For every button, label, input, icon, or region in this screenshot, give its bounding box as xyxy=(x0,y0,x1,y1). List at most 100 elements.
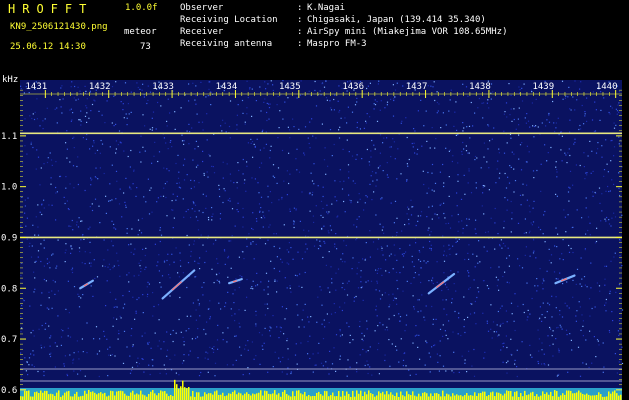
noise-speck xyxy=(123,150,125,152)
noise-speck xyxy=(463,174,465,176)
noise-speck xyxy=(464,359,466,361)
noise-speck xyxy=(503,113,505,115)
noise-speck xyxy=(39,125,41,127)
noise-speck xyxy=(475,182,477,184)
noise-speck xyxy=(138,274,140,276)
noise-speck xyxy=(267,239,269,241)
noise-speck xyxy=(138,363,140,365)
noise-speck xyxy=(253,258,255,260)
noise-speck xyxy=(158,151,161,153)
noise-speck xyxy=(548,304,551,306)
noise-speck xyxy=(159,240,161,243)
noise-speck xyxy=(593,336,595,338)
noise-speck xyxy=(192,302,194,304)
noise-speck xyxy=(527,309,529,311)
noise-speck xyxy=(24,199,26,201)
noise-speck xyxy=(193,180,195,182)
noise-speck xyxy=(24,212,26,214)
noise-speck xyxy=(146,286,148,288)
noise-speck xyxy=(254,146,256,148)
noise-speck xyxy=(107,375,109,377)
noise-speck xyxy=(109,268,111,271)
noise-speck xyxy=(380,246,382,248)
noise-speck xyxy=(262,129,264,131)
noise-speck xyxy=(419,251,421,253)
noise-speck xyxy=(159,372,161,374)
noise-speck xyxy=(420,211,423,213)
noise-speck xyxy=(513,153,515,155)
noise-speck xyxy=(93,259,95,261)
noise-speck xyxy=(207,235,209,237)
noise-speck xyxy=(251,227,253,230)
noise-speck xyxy=(344,288,346,291)
noise-speck xyxy=(557,233,559,235)
noise-speck xyxy=(414,152,416,154)
noise-speck xyxy=(20,85,22,87)
noise-speck xyxy=(316,321,318,323)
noise-speck xyxy=(245,190,247,192)
noise-speck xyxy=(599,202,601,204)
noise-speck xyxy=(618,187,620,190)
noise-speck xyxy=(583,152,585,154)
noise-speck xyxy=(126,228,128,230)
noise-speck xyxy=(287,97,289,99)
noise-speck xyxy=(361,158,363,160)
histogram-bar xyxy=(440,396,442,400)
noise-speck xyxy=(70,225,72,227)
noise-speck xyxy=(473,279,475,281)
histogram-bar xyxy=(238,392,240,400)
noise-speck xyxy=(500,239,502,241)
noise-speck xyxy=(298,285,300,287)
noise-speck xyxy=(281,306,283,308)
noise-speck xyxy=(321,323,323,325)
noise-speck xyxy=(133,170,135,172)
histogram-bar xyxy=(348,393,350,400)
noise-speck xyxy=(470,192,473,194)
noise-speck xyxy=(377,325,379,327)
noise-speck xyxy=(599,290,601,292)
noise-speck xyxy=(165,196,167,199)
noise-speck xyxy=(342,282,344,284)
noise-speck xyxy=(321,123,323,125)
noise-speck xyxy=(517,305,519,307)
noise-speck xyxy=(411,255,413,257)
noise-speck xyxy=(522,194,524,196)
noise-speck xyxy=(453,283,455,285)
noise-speck xyxy=(538,350,540,352)
noise-speck xyxy=(263,342,265,344)
noise-speck xyxy=(69,336,72,338)
histogram-bar xyxy=(236,394,238,400)
noise-speck xyxy=(178,318,180,321)
noise-speck xyxy=(443,250,445,252)
noise-speck xyxy=(331,363,334,365)
noise-speck xyxy=(282,356,284,358)
noise-speck xyxy=(325,264,327,266)
noise-speck xyxy=(142,358,144,360)
noise-speck xyxy=(163,137,165,139)
noise-speck xyxy=(288,251,290,253)
noise-speck xyxy=(101,114,103,116)
noise-speck xyxy=(242,226,244,228)
noise-speck xyxy=(308,142,310,145)
noise-speck xyxy=(99,338,101,340)
histogram-bar xyxy=(68,390,70,400)
noise-speck xyxy=(70,108,72,110)
noise-speck xyxy=(618,172,620,174)
noise-speck xyxy=(103,259,105,261)
noise-speck xyxy=(31,117,33,120)
noise-speck xyxy=(129,372,132,374)
noise-speck xyxy=(34,111,36,113)
noise-speck xyxy=(499,325,501,327)
noise-speck xyxy=(29,305,31,307)
noise-speck xyxy=(167,253,169,255)
histogram-bar xyxy=(562,393,564,400)
noise-speck xyxy=(276,280,278,282)
noise-speck xyxy=(559,272,561,274)
noise-speck xyxy=(434,182,437,184)
noise-speck xyxy=(126,274,128,276)
noise-speck xyxy=(296,304,298,306)
noise-speck xyxy=(486,322,488,324)
histogram-bar xyxy=(384,394,386,400)
noise-speck xyxy=(398,313,400,315)
noise-speck xyxy=(54,366,56,368)
